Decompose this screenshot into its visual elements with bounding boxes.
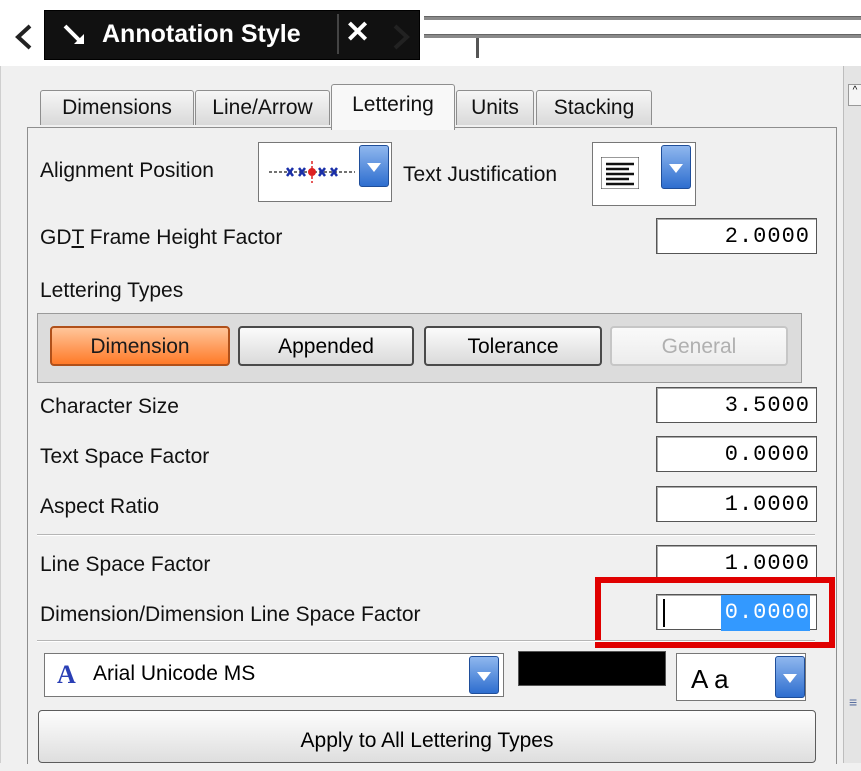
lettering-types-label: Lettering Types: [40, 279, 184, 302]
alignment-position-icon: [269, 161, 355, 183]
gdt-frame-height-field[interactable]: 2.0000: [656, 218, 817, 254]
title-bar: Annotation Style ✕: [0, 0, 861, 66]
character-size-label: Character Size: [40, 395, 179, 418]
dialog-title: Annotation Style: [102, 20, 301, 48]
text-space-factor-field[interactable]: 0.0000: [656, 436, 817, 472]
text-justification-dropdown[interactable]: [592, 142, 696, 206]
chevron-down-icon[interactable]: [359, 145, 389, 187]
section-divider: [37, 534, 815, 536]
side-scrollbar[interactable]: ^ ≡: [843, 66, 861, 763]
close-icon[interactable]: ✕: [345, 18, 370, 48]
justify-left-icon: [601, 157, 639, 189]
alignment-position-dropdown[interactable]: [258, 142, 392, 202]
line-space-factor-field[interactable]: 1.0000: [656, 545, 817, 581]
section-divider: [37, 640, 815, 642]
tab-lettering[interactable]: Lettering: [331, 84, 455, 130]
scroll-up-icon[interactable]: ^: [848, 84, 861, 106]
title-bar-track: [424, 14, 861, 60]
scroll-right-icon[interactable]: [390, 22, 412, 52]
general-type-button: General: [610, 326, 788, 366]
aspect-ratio-field[interactable]: 1.0000: [656, 486, 817, 522]
gdt-frame-height-label: GDT Frame Height Factor: [40, 226, 283, 249]
font-color-swatch[interactable]: [518, 651, 666, 686]
pin-icon[interactable]: [60, 22, 90, 48]
appended-type-button[interactable]: Appended: [238, 326, 414, 366]
font-A-icon: A: [57, 660, 76, 689]
chevron-down-icon[interactable]: [469, 656, 499, 694]
tab-stacking[interactable]: Stacking: [536, 90, 652, 125]
font-style-dropdown[interactable]: A a: [676, 653, 806, 701]
dimension-type-button[interactable]: Dimension: [50, 326, 230, 366]
text-space-factor-label: Text Space Factor: [40, 445, 210, 468]
font-name: Arial Unicode MS: [93, 662, 256, 685]
title-separator: [337, 14, 339, 54]
aspect-ratio-label: Aspect Ratio: [40, 495, 160, 518]
apply-to-all-lettering-types-button[interactable]: Apply to All Lettering Types: [38, 710, 816, 763]
highlight-box: [595, 577, 835, 648]
line-space-factor-label: Line Space Factor: [40, 553, 211, 576]
scroll-left-icon[interactable]: [10, 22, 40, 52]
tab-units[interactable]: Units: [456, 90, 534, 125]
character-size-field[interactable]: 3.5000: [656, 387, 817, 423]
tolerance-type-button[interactable]: Tolerance: [424, 326, 602, 366]
grip-icon: ≡: [849, 694, 858, 710]
alignment-position-label: Alignment Position: [40, 159, 214, 182]
font-dropdown[interactable]: A Arial Unicode MS: [44, 653, 504, 697]
chevron-down-icon[interactable]: [661, 145, 691, 189]
chevron-down-icon[interactable]: [775, 656, 805, 698]
tab-line-arrow[interactable]: Line/Arrow: [195, 90, 330, 125]
font-style-sample: A a: [691, 664, 729, 694]
tab-dimensions[interactable]: Dimensions: [40, 90, 194, 125]
text-justification-label: Text Justification: [403, 163, 558, 186]
dimension-line-space-factor-label: Dimension/Dimension Line Space Factor: [40, 603, 421, 626]
